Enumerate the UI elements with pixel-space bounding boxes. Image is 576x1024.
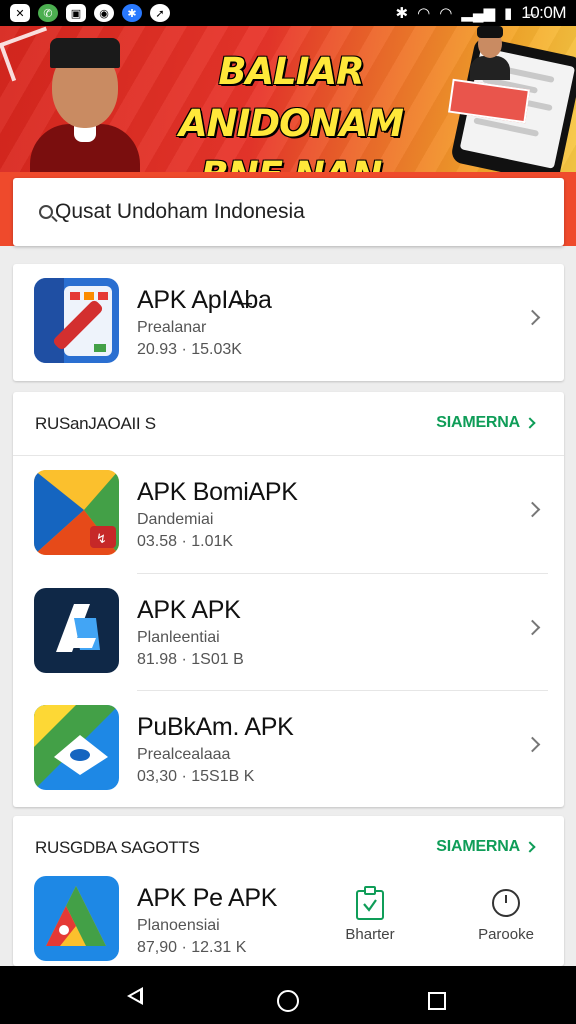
app-category: Prealcealaaa [137,746,231,763]
featured-app-meta: 20.93 · 15.03K [137,341,242,358]
banner-headline: BALIAR ANIDONAM BNE NAN NMANEIA! [126,46,456,172]
featured-app-row[interactable]: APK ApIA̶ba Prealanar 20.93 · 15.03K [13,264,564,381]
back-icon-inner [131,991,140,1001]
home-icon[interactable] [277,990,299,1012]
app-category: Planleentiai [137,629,220,646]
clock-icon [491,886,521,920]
action-label: Parooke [478,926,534,943]
svg-text:↯: ↯ [96,532,107,547]
featured-app-card[interactable]: APK ApIA̶ba Prealanar 20.93 · 15.03K [13,264,564,381]
notification-icons: ✕ ✆ ▣ ◉ ✱ ➚ [10,4,170,22]
app-name: APK Pe APK [137,884,278,912]
featured-app-icon [34,278,119,363]
recent-apps-icon[interactable] [428,992,446,1010]
app-icon: ↯ [34,470,119,555]
app-name: APK BomiAPK [137,478,298,506]
whatsapp-icon: ✆ [38,4,58,22]
chevron-right-icon[interactable] [524,841,536,853]
chevron-right-icon[interactable] [524,619,541,636]
see-more-link[interactable]: SIAMERNA [436,838,520,856]
section-card-2: RUSGDBA SAGOTTS SIAMERNA APK Pe APK Plan… [13,816,564,966]
status-bar: ✕ ✆ ▣ ◉ ✱ ➚ ✱ ◠ ◠ ▂▄▆ ▮ 1̶0:0M [0,0,576,26]
signal-icon: ▂▄▆ [461,5,495,22]
app-meta: 87,90 · 12.31 K [137,939,247,956]
action-label: Bharter [345,926,395,943]
section-title: RUSGDBA SAGOTTS [35,838,200,857]
app-name: APK APK [137,596,241,624]
banner-line-1: BALIAR ANIDONAM [179,50,404,145]
app-name: PuBkAm. APK [137,713,294,741]
ok-icon: ◉ [94,4,114,22]
wifi-alt-icon: ◠ [439,5,453,22]
banner-line-2: BNE NAN NMANEIA! [126,150,456,172]
wifi-icon: ◠ [417,5,431,22]
search-bar[interactable]: Qusat Undoham Indonesia [13,178,564,246]
bluetooth-icon: ✱ [395,5,409,22]
app-list-item[interactable]: PuBkAm. APK Prealcealaaa 03,30 · 15S1B K [13,691,564,808]
compass-icon: ➚ [150,4,170,22]
see-more-link[interactable]: SIAMERNA [436,414,520,432]
system-nav-bar [0,966,576,1024]
app-category: Planoensiai [137,917,220,934]
featured-app-category: Prealanar [137,319,207,336]
app-icon [34,588,119,673]
featured-app-name: APK ApIA̶ba [137,286,272,314]
clock-time: 1̶0:0M [521,3,566,22]
chevron-right-icon[interactable] [524,501,541,518]
app-list-item[interactable]: ↯ APK BomiAPK Dandemiai 03.58 · 1.01K [13,456,564,573]
app-meta: 03,30 · 15S1B K [137,768,255,785]
system-icons: ✱ ◠ ◠ ▂▄▆ ▮ 1̶0:0M [395,3,567,23]
app-meta: 81.98 · 1S01 B [137,651,244,668]
section-card-1: RUSanJAOAII S SIAMERNA ↯ APK BomiAPK Dan… [13,392,564,807]
banner-person-small-image [470,26,510,80]
settings-icon: ✱ [122,4,142,22]
x-app-icon: ✕ [10,4,30,22]
chevron-right-icon[interactable] [524,417,536,429]
app-category: Dandemiai [137,511,214,528]
search-spacer [0,246,576,256]
promo-banner[interactable]: BALIAR ANIDONAM BNE NAN NMANEIA! [0,26,576,172]
app-icon [34,705,119,790]
banner-person-image [30,34,140,172]
battery-icon: ▮ [503,5,513,22]
chevron-right-icon[interactable] [524,736,541,753]
parooke-action-button[interactable]: Parooke [466,886,546,943]
search-icon [39,205,53,219]
search-input[interactable]: Qusat Undoham Indonesia [55,200,305,224]
share-action-button[interactable]: Bharter [330,886,410,943]
app-list-item[interactable]: APK APK Planleentiai 81.98 · 1S01 B [13,574,564,691]
image-icon: ▣ [66,4,86,22]
clipboard-check-icon [355,886,385,920]
section-title: RUSanJAOAII S [35,414,156,433]
chevron-right-icon[interactable] [524,309,541,326]
app-meta: 03.58 · 1.01K [137,533,234,550]
app-icon [34,876,119,961]
section-header-1: RUSanJAOAII S SIAMERNA [13,392,564,456]
